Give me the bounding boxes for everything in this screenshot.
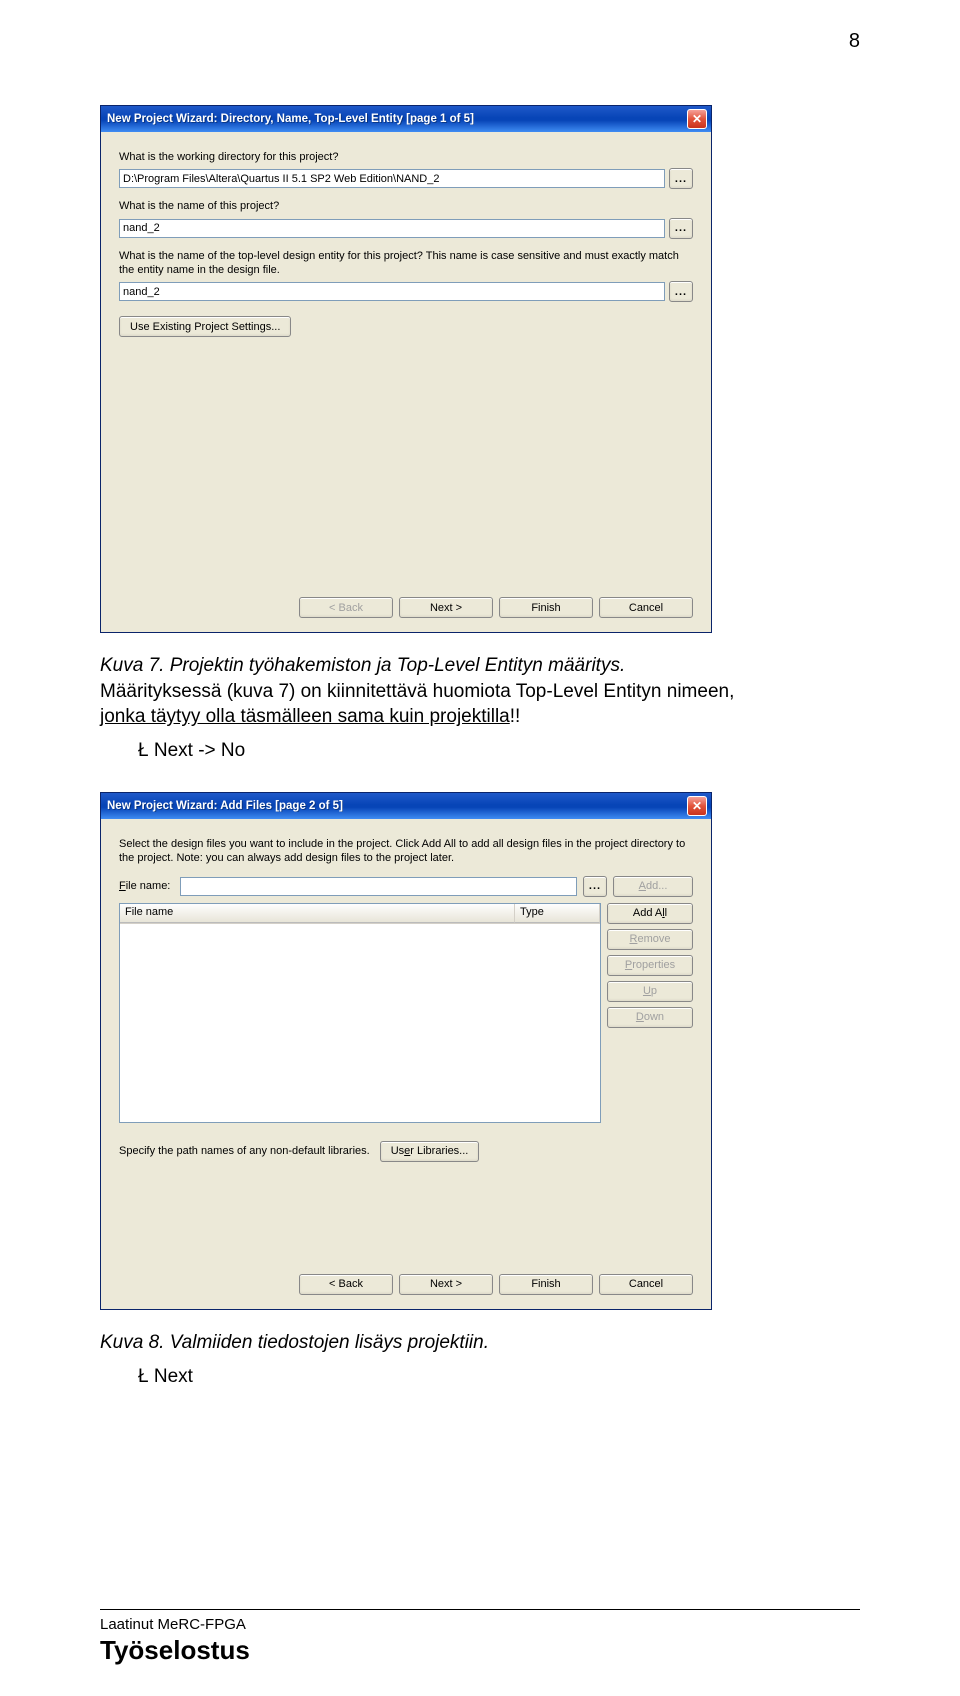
caption-exclaim: !! bbox=[510, 706, 521, 727]
back-button: < Back bbox=[299, 597, 393, 618]
dialog-title: New Project Wizard: Add Files [page 2 of… bbox=[107, 800, 343, 812]
wizard-buttons: < Back Next > Finish Cancel bbox=[299, 597, 693, 618]
caption-line-2: Määrityksessä (kuva 7) on kiinnitettävä … bbox=[100, 681, 734, 702]
back-button[interactable]: < Back bbox=[299, 1274, 393, 1295]
bullet-next-no: Ł Next -> No bbox=[138, 740, 860, 762]
finish-button[interactable]: Finish bbox=[499, 597, 593, 618]
titlebar[interactable]: New Project Wizard: Add Files [page 2 of… bbox=[101, 793, 711, 819]
remove-button: Remove bbox=[607, 929, 693, 950]
new-project-wizard-page2-dialog: New Project Wizard: Add Files [page 2 of… bbox=[100, 792, 712, 1310]
top-level-entity-input[interactable] bbox=[119, 282, 665, 301]
browse-file-button[interactable]: ... bbox=[583, 876, 607, 897]
use-existing-settings-button[interactable]: Use Existing Project Settings... bbox=[119, 316, 291, 337]
dialog-title: New Project Wizard: Directory, Name, Top… bbox=[107, 113, 474, 125]
page-footer: Laatinut MeRC-FPGA Työselostus bbox=[100, 1609, 860, 1666]
browse-entity-button[interactable]: ... bbox=[669, 281, 693, 302]
footer-title: Työselostus bbox=[100, 1635, 860, 1666]
working-directory-input[interactable] bbox=[119, 169, 665, 188]
close-icon[interactable]: ✕ bbox=[687, 109, 707, 129]
files-listbox[interactable]: File name Type bbox=[119, 903, 601, 1123]
caption-underlined: jonka täytyy olla täsmälleen sama kuin p… bbox=[100, 706, 510, 727]
file-name-label: File name: bbox=[119, 880, 174, 892]
add-button: Add... bbox=[613, 876, 693, 897]
specify-libraries-label: Specify the path names of any non-defaul… bbox=[119, 1145, 370, 1157]
close-icon[interactable]: ✕ bbox=[687, 796, 707, 816]
properties-button: Properties bbox=[607, 955, 693, 976]
up-button: Up bbox=[607, 981, 693, 1002]
page-number: 8 bbox=[849, 30, 860, 53]
add-all-button[interactable]: Add All bbox=[607, 903, 693, 924]
cancel-button[interactable]: Cancel bbox=[599, 1274, 693, 1295]
figure-8-caption: Kuva 8. Valmiiden tiedostojen lisäys pro… bbox=[100, 1330, 860, 1356]
bullet-next: Ł Next bbox=[138, 1366, 860, 1388]
user-libraries-button[interactable]: User Libraries... bbox=[380, 1141, 480, 1162]
browse-directory-button[interactable]: ... bbox=[669, 168, 693, 189]
footer-author: Laatinut MeRC-FPGA bbox=[100, 1616, 860, 1633]
column-type[interactable]: Type bbox=[515, 904, 600, 923]
new-project-wizard-page1-dialog: New Project Wizard: Directory, Name, Top… bbox=[100, 105, 712, 633]
listbox-header: File name Type bbox=[120, 904, 600, 924]
titlebar[interactable]: New Project Wizard: Directory, Name, Top… bbox=[101, 106, 711, 132]
project-name-input[interactable] bbox=[119, 219, 665, 238]
dialog-body: Select the design files you want to incl… bbox=[101, 819, 711, 1309]
down-button: Down bbox=[607, 1007, 693, 1028]
working-directory-label: What is the working directory for this p… bbox=[119, 150, 693, 164]
next-button[interactable]: Next > bbox=[399, 597, 493, 618]
list-side-buttons: Add All Remove Properties Up Down bbox=[607, 903, 693, 1123]
footer-divider bbox=[100, 1609, 860, 1610]
figure-7-caption: Kuva 7. Projektin työhakemiston ja Top-L… bbox=[100, 653, 860, 730]
add-files-description: Select the design files you want to incl… bbox=[119, 837, 693, 866]
column-file-name[interactable]: File name bbox=[120, 904, 515, 923]
project-name-label: What is the name of this project? bbox=[119, 199, 693, 213]
cancel-button[interactable]: Cancel bbox=[599, 597, 693, 618]
file-name-input[interactable] bbox=[180, 877, 577, 896]
browse-name-button[interactable]: ... bbox=[669, 218, 693, 239]
finish-button[interactable]: Finish bbox=[499, 1274, 593, 1295]
next-button[interactable]: Next > bbox=[399, 1274, 493, 1295]
wizard-buttons: < Back Next > Finish Cancel bbox=[299, 1274, 693, 1295]
dialog-body: What is the working directory for this p… bbox=[101, 132, 711, 632]
top-level-entity-label: What is the name of the top-level design… bbox=[119, 249, 693, 278]
